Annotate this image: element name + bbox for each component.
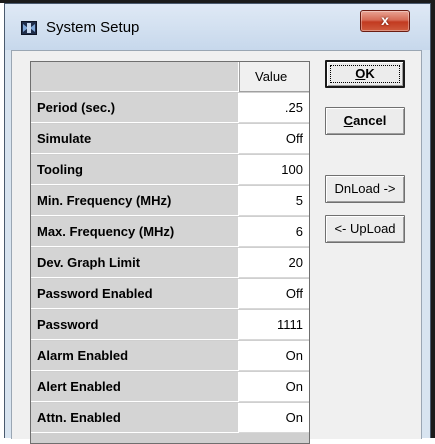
row-value-cell[interactable]: .25: [239, 93, 309, 123]
row-label: Simulate: [37, 131, 92, 146]
cancel-button[interactable]: Cancel: [325, 107, 405, 135]
row-label-cell: Alarm Enabled: [31, 341, 239, 371]
row-value: 1111: [276, 317, 303, 332]
table-row: Simulate Off: [31, 124, 309, 155]
row-value: Off: [285, 131, 303, 146]
row-label: Alert Enabled: [37, 379, 121, 394]
row-label: Min. Frequency (MHz): [37, 193, 172, 208]
row-value: On: [285, 410, 303, 425]
window-title: System Setup: [46, 19, 140, 36]
row-label: Attn. Enabled: [37, 410, 121, 425]
table-row: Dev. Graph Limit 20: [31, 248, 309, 279]
grid-header-row: Value: [31, 62, 309, 93]
close-button[interactable]: x: [360, 10, 410, 32]
row-value-cell[interactable]: Off: [239, 124, 309, 154]
focus-rectangle: [330, 65, 400, 83]
row-label: Password Enabled: [37, 286, 153, 301]
value-column-header: Value: [255, 69, 288, 84]
row-value-cell[interactable]: 20: [239, 248, 309, 278]
row-label-cell: Max. Frequency (MHz): [31, 217, 239, 247]
table-row: Password 1111: [31, 310, 309, 341]
row-label-cell: Tooling: [31, 155, 239, 185]
row-value-cell[interactable]: Off: [239, 279, 309, 309]
row-value: On: [285, 348, 303, 363]
row-label-cell: Alert Enabled: [31, 372, 239, 402]
cancel-label: Cancel: [344, 113, 387, 128]
row-value-cell[interactable]: On: [239, 372, 309, 402]
row-value: On: [285, 379, 303, 394]
row-value-cell[interactable]: On: [239, 403, 309, 433]
title-bar[interactable]: System Setup x: [5, 4, 430, 50]
settings-grid: Value Period (sec.) .25 Simulate Off Too…: [30, 61, 310, 444]
table-row: Alert Enabled On: [31, 372, 309, 403]
row-label: Period (sec.): [37, 100, 116, 115]
row-value-cell[interactable]: 6: [239, 217, 309, 247]
table-row: Password Enabled Off: [31, 279, 309, 310]
row-value: 20: [288, 255, 303, 270]
client-area: Value Period (sec.) .25 Simulate Off Too…: [11, 50, 422, 444]
system-setup-window: System Setup x Value Period (sec.) .25 S…: [4, 3, 431, 444]
row-value: 5: [295, 193, 303, 208]
header-label-cell: [31, 62, 239, 92]
upload-button[interactable]: <- UpLoad: [325, 215, 405, 243]
screen-edge-right: [431, 0, 435, 438]
row-value: .25: [284, 100, 303, 115]
table-row: Tooling 100: [31, 155, 309, 186]
table-row: Max. Frequency (MHz) 6: [31, 217, 309, 248]
row-value-cell[interactable]: 100: [239, 155, 309, 185]
row-label-cell: Password: [31, 310, 239, 340]
row-label-cell: Period (sec.): [31, 93, 239, 123]
table-row: Alarm Enabled On: [31, 341, 309, 372]
ok-button[interactable]: OK: [325, 60, 405, 88]
cancel-accelerator: C: [343, 113, 354, 128]
row-label-cell: Dev. Graph Limit: [31, 248, 239, 278]
row-label: Tooling: [37, 162, 83, 177]
table-row: Attn. Enabled On: [31, 403, 309, 434]
close-icon: x: [381, 12, 389, 28]
header-value-cell: Value: [239, 62, 309, 92]
download-button[interactable]: DnLoad ->: [325, 175, 405, 203]
row-label: Max. Frequency (MHz): [37, 224, 175, 239]
row-label-cell: Min. Frequency (MHz): [31, 186, 239, 216]
row-label-cell: Simulate: [31, 124, 239, 154]
row-value-cell[interactable]: 1111: [239, 310, 309, 340]
cancel-label-rest: ancel: [353, 113, 387, 128]
row-value: 100: [281, 162, 303, 177]
row-label: Alarm Enabled: [37, 348, 129, 363]
row-label-cell: Attn. Enabled: [31, 403, 239, 433]
table-row: Min. Frequency (MHz) 5: [31, 186, 309, 217]
row-label-cell: Password Enabled: [31, 279, 239, 309]
row-value: 6: [295, 224, 303, 239]
table-row: Period (sec.) .25: [31, 93, 309, 124]
row-value-cell[interactable]: 5: [239, 186, 309, 216]
row-label: Dev. Graph Limit: [37, 255, 141, 270]
app-icon: [21, 21, 37, 35]
row-value: Off: [285, 286, 303, 301]
row-value-cell[interactable]: On: [239, 341, 309, 371]
row-label: Password: [37, 317, 99, 332]
